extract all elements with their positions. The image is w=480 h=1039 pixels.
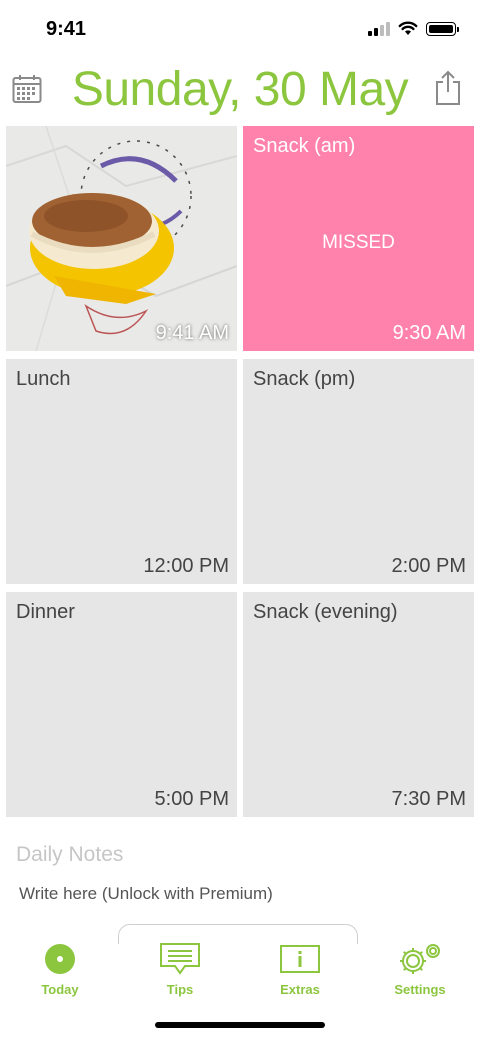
meal-time: 12:00 PM bbox=[143, 555, 229, 577]
daily-notes-title: Daily Notes bbox=[16, 843, 124, 866]
meal-tile-snack-pm[interactable]: Snack (pm) 2:00 PM bbox=[243, 359, 474, 584]
meal-label: Snack (evening) bbox=[253, 601, 398, 623]
tab-label: Tips bbox=[166, 982, 194, 997]
tab-settings[interactable]: Settings bbox=[360, 942, 480, 997]
meal-photo bbox=[6, 126, 237, 351]
battery-icon bbox=[426, 21, 459, 36]
meal-time: 7:30 PM bbox=[391, 788, 466, 810]
tips-icon bbox=[160, 943, 200, 975]
cellular-signal-icon bbox=[368, 21, 390, 36]
meal-time: 9:30 AM bbox=[392, 322, 466, 344]
meal-label: Lunch bbox=[16, 368, 71, 390]
missed-status: MISSED bbox=[322, 232, 395, 253]
tab-extras[interactable]: Extras bbox=[240, 942, 360, 997]
meal-time: 9:41 AM bbox=[155, 322, 229, 344]
extras-icon bbox=[280, 945, 320, 973]
status-bar: 9:41 bbox=[0, 0, 480, 60]
meal-tile-snack-am[interactable]: Snack (am) MISSED 9:30 AM bbox=[243, 126, 474, 351]
today-icon bbox=[45, 944, 75, 974]
header: Sunday, 30 May bbox=[0, 60, 480, 122]
meal-time: 2:00 PM bbox=[391, 555, 466, 577]
meal-tile-breakfast[interactable]: 9:41 AM bbox=[6, 126, 237, 351]
settings-icon bbox=[400, 944, 440, 974]
daily-notes-input[interactable]: Write here (Unlock with Premium) bbox=[19, 884, 273, 904]
tab-bar: Today Tips Extras Settings bbox=[0, 936, 480, 1006]
status-icons bbox=[368, 21, 459, 36]
meal-grid: 9:41 AM Snack (am) MISSED 9:30 AM Lunch … bbox=[6, 126, 474, 817]
meal-time: 5:00 PM bbox=[154, 788, 229, 810]
meal-tile-dinner[interactable]: Dinner 5:00 PM bbox=[6, 592, 237, 817]
date-title: Sunday, 30 May bbox=[71, 63, 409, 116]
tab-tips[interactable]: Tips bbox=[120, 942, 240, 997]
status-time: 9:41 bbox=[46, 18, 87, 40]
meal-tile-lunch[interactable]: Lunch 12:00 PM bbox=[6, 359, 237, 584]
tab-today[interactable]: Today bbox=[0, 942, 120, 997]
meal-label: Dinner bbox=[16, 601, 75, 623]
meal-tile-snack-evening[interactable]: Snack (evening) 7:30 PM bbox=[243, 592, 474, 817]
wifi-icon bbox=[398, 21, 418, 35]
meal-label: Snack (am) bbox=[253, 135, 356, 157]
home-indicator bbox=[155, 1022, 325, 1028]
share-icon[interactable] bbox=[434, 70, 462, 106]
meal-label: Snack (pm) bbox=[253, 368, 356, 390]
tab-label: Settings bbox=[394, 982, 446, 997]
tab-label: Extras bbox=[280, 982, 320, 997]
tab-label: Today bbox=[41, 982, 79, 997]
